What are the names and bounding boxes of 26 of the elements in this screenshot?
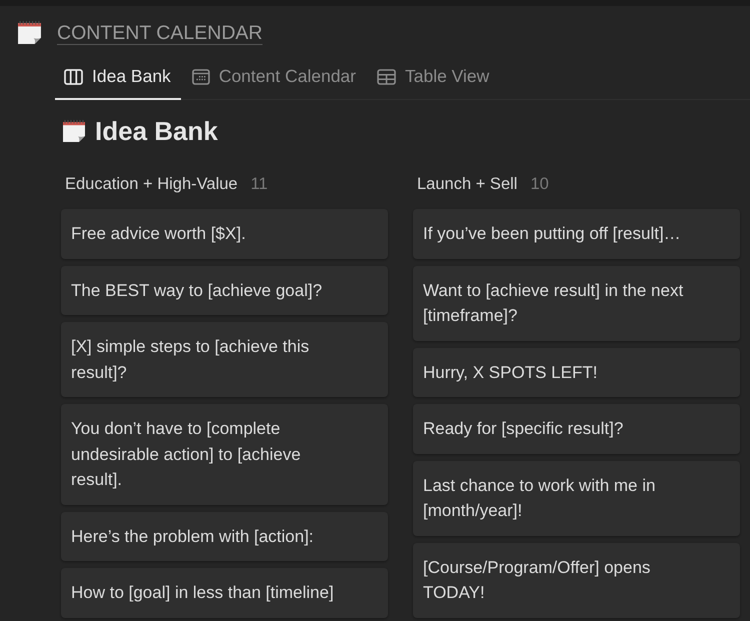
view-tab[interactable]: Table View xyxy=(368,55,500,100)
idea-card[interactable]: The BEST way to [achieve goal]? xyxy=(61,266,388,315)
idea-card[interactable]: [Course/Program/Offer] opens TODAY! xyxy=(413,542,740,618)
table-icon xyxy=(376,68,396,84)
idea-card[interactable]: [X] simple steps to [achieve this result]? xyxy=(61,322,388,397)
board-icon xyxy=(64,68,83,84)
idea-card[interactable]: If you’ve been putting off [result]… xyxy=(413,209,740,258)
calendar-icon xyxy=(192,68,210,84)
view-tab[interactable]: Content Calendar xyxy=(182,55,366,100)
view-title: Idea Bank xyxy=(95,116,218,146)
idea-card[interactable]: Free advice worth [$X]. xyxy=(61,209,388,258)
idea-card[interactable]: Ready for [specific result]? xyxy=(413,404,740,454)
column-title: Education + High-Value xyxy=(65,174,238,194)
calendar-icon xyxy=(17,20,42,45)
card-count: 10 xyxy=(530,174,549,194)
idea-card[interactable]: Last chance to work with me in [month/year]! xyxy=(413,460,740,536)
view-tab[interactable]: Idea Bank xyxy=(55,55,181,100)
idea-card[interactable]: You don’t have to [complete undesirable action] to [achieve result]. xyxy=(61,404,388,504)
idea-card[interactable]: How to [goal] in less than [timeline] xyxy=(61,568,388,618)
page-title[interactable]: CONTENT CALENDAR xyxy=(57,20,263,44)
idea-card[interactable]: Here’s the problem with [action]: xyxy=(61,512,388,561)
column-title: Launch + Sell xyxy=(417,174,518,194)
idea-card[interactable]: Hurry, X SPOTS LEFT! xyxy=(413,348,740,397)
card-count: 11 xyxy=(250,174,268,194)
idea-card[interactable]: Want to [achieve result] in the next [timeframe]? xyxy=(413,266,740,340)
calendar-icon xyxy=(62,119,86,143)
